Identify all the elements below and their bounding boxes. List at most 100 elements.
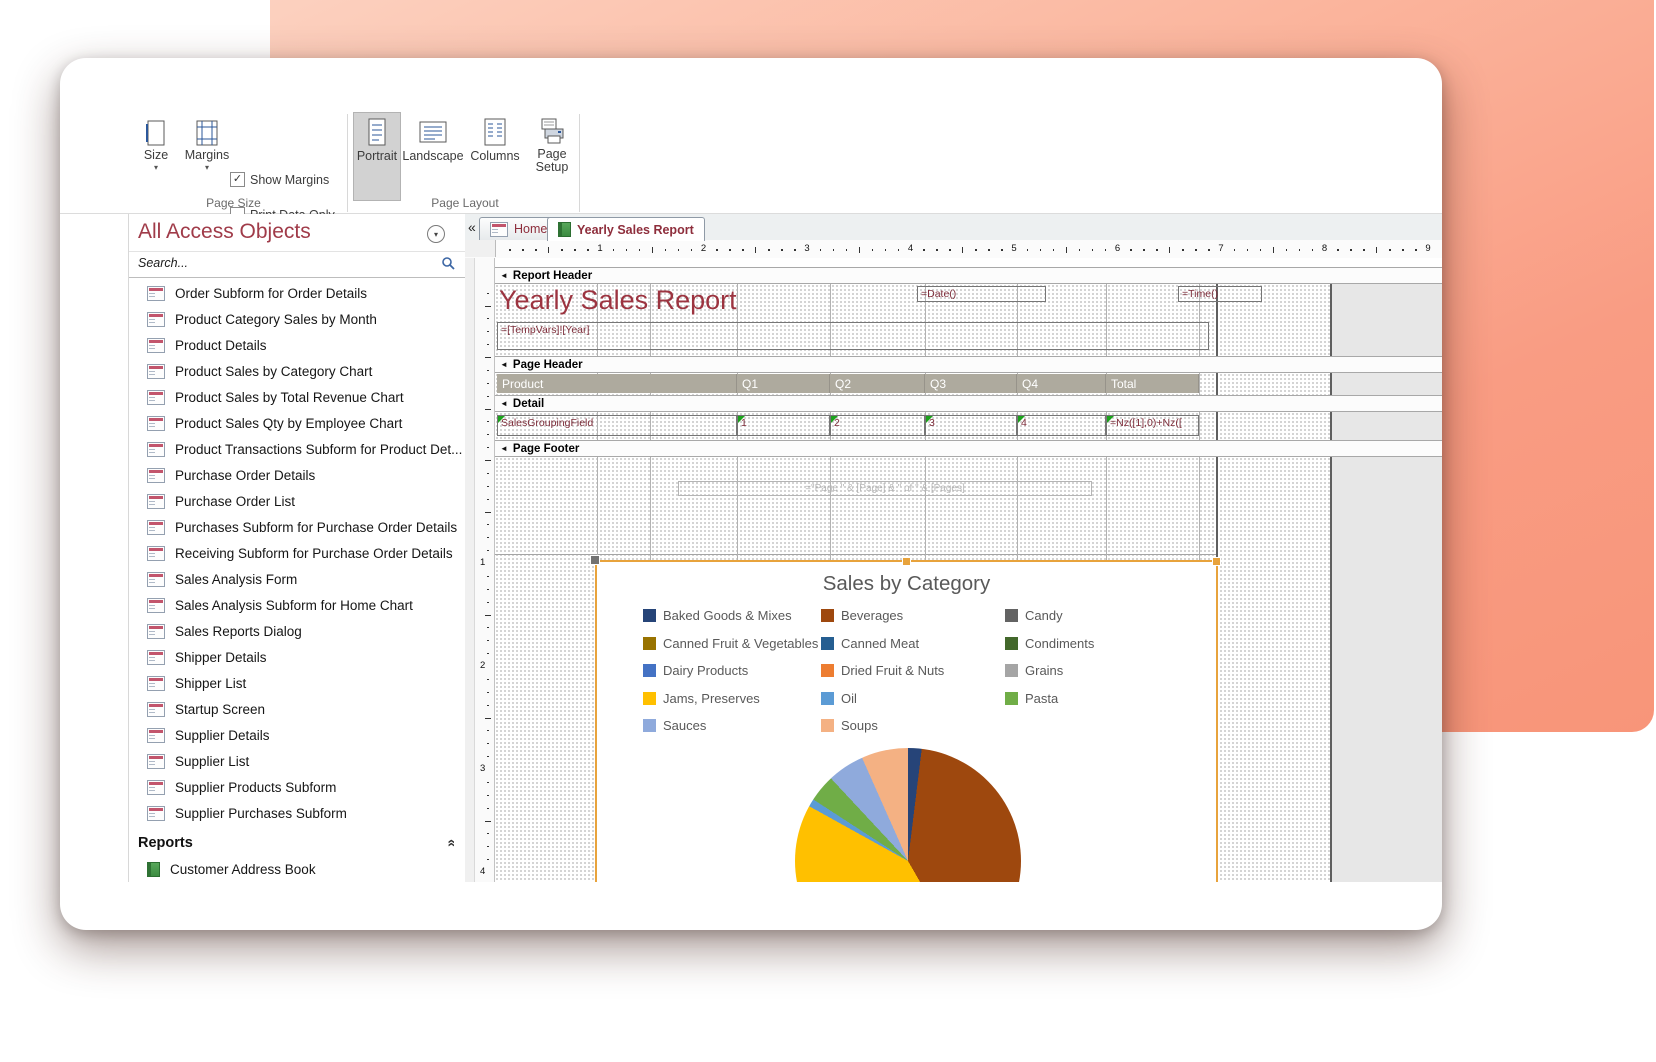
list-item-form[interactable]: Supplier Purchases Subform	[129, 800, 466, 826]
list-item-form[interactable]: Supplier Products Subform	[129, 774, 466, 800]
column-header-q1[interactable]: Q1	[737, 374, 830, 393]
ruler-tick	[487, 293, 489, 294]
ruler-tick	[485, 306, 491, 307]
form-icon	[147, 364, 165, 379]
list-item-form[interactable]: Purchase Order Details	[129, 462, 466, 488]
ruler-tick	[729, 249, 731, 251]
show-margins-checkbox[interactable]: ✓ Show Margins	[230, 172, 329, 187]
form-icon	[490, 222, 508, 237]
column-header-q2[interactable]: Q2	[830, 374, 925, 393]
nav-menu-dropdown-button[interactable]: ▾	[427, 225, 445, 243]
shutter-collapse-icon[interactable]: «	[468, 219, 476, 235]
detail-band[interactable]: SalesGroupingField1234=Nz([1],0)+Nz([	[495, 412, 1442, 440]
ruler-tick: 3	[480, 763, 485, 774]
column-header-q3[interactable]: Q3	[925, 374, 1017, 393]
ribbon: Size ▾ Margins ▾ ✓ Show Margins Print Da…	[60, 106, 1442, 214]
portrait-button[interactable]: Portrait	[353, 112, 401, 201]
list-item-form[interactable]: Supplier Details	[129, 722, 466, 748]
ruler-tick	[487, 370, 489, 371]
ruler-tick	[487, 447, 489, 448]
detail-field-textbox[interactable]: 1	[737, 415, 830, 436]
list-item-report-partial[interactable]	[129, 878, 466, 882]
margins-button[interactable]: Margins ▾	[182, 120, 232, 171]
outside-page-area	[1330, 284, 1442, 356]
horizontal-ruler[interactable]: 123456789	[465, 240, 1442, 259]
selection-handle-top-center[interactable]	[902, 557, 911, 566]
page-header-band[interactable]: ProductQ1Q2Q3Q4Total	[495, 373, 1442, 395]
nav-object-list: Order Subform for Order DetailsProduct C…	[129, 280, 466, 882]
search-input[interactable]: Search...	[129, 251, 466, 278]
column-header-total[interactable]: Total	[1106, 374, 1199, 393]
tab-yearly-sales-report[interactable]: Yearly Sales Report	[547, 217, 705, 241]
report-header-band[interactable]: Yearly Sales Report =Date() =Time() =[Te…	[495, 284, 1442, 356]
list-item-form[interactable]: Sales Reports Dialog	[129, 618, 466, 644]
list-item-form[interactable]: Shipper Details	[129, 644, 466, 670]
legend-swatch	[1005, 637, 1018, 650]
section-arrow-icon: ◄	[500, 360, 508, 369]
legend-swatch	[821, 609, 834, 622]
nav-group-header-reports[interactable]: Reports»	[129, 830, 466, 856]
list-item-form[interactable]: Product Sales Qty by Employee Chart	[129, 410, 466, 436]
detail-field-textbox[interactable]: SalesGroupingField	[497, 415, 737, 436]
column-header-product[interactable]: Product	[497, 374, 737, 393]
list-item-form[interactable]: Product Transactions Subform for Product…	[129, 436, 466, 462]
page-setup-button[interactable]: Page Setup	[525, 112, 579, 201]
list-item-form[interactable]: Shipper List	[129, 670, 466, 696]
ruler-corner[interactable]	[465, 240, 496, 257]
columns-button[interactable]: Columns	[465, 112, 525, 201]
selection-handle-top-right[interactable]	[1212, 557, 1221, 566]
list-item-form[interactable]: Sales Analysis Form	[129, 566, 466, 592]
ruler-tick	[487, 730, 489, 731]
form-icon	[147, 572, 165, 587]
section-bar-page-header[interactable]: ◄Page Header	[495, 356, 1442, 373]
list-item-form[interactable]: Receiving Subform for Purchase Order Det…	[129, 540, 466, 566]
list-item-form[interactable]: Purchase Order List	[129, 488, 466, 514]
ruler-tick	[487, 434, 489, 435]
time-expression-textbox[interactable]: =Time()	[1178, 286, 1262, 302]
collapse-chevrons-icon[interactable]: »	[442, 839, 458, 847]
column-header-q4[interactable]: Q4	[1017, 374, 1106, 393]
landscape-button[interactable]: Landscape	[401, 112, 465, 201]
date-expression-textbox[interactable]: =Date()	[917, 286, 1046, 302]
list-item-form[interactable]: Purchases Subform for Purchase Order Det…	[129, 514, 466, 540]
list-item-form[interactable]: Product Sales by Total Revenue Chart	[129, 384, 466, 410]
ruler-tick	[487, 331, 489, 332]
ruler-tick	[846, 249, 848, 251]
outside-page-area	[1330, 373, 1442, 395]
section-bar-page-footer[interactable]: ◄Page Footer	[495, 440, 1442, 457]
sales-by-category-chart-object[interactable]: Sales by Category Baked Goods & MixesBev…	[595, 560, 1218, 882]
list-item-form[interactable]: Product Sales by Category Chart	[129, 358, 466, 384]
ruler-tick	[1053, 249, 1055, 251]
chevron-down-icon: ▾	[434, 230, 438, 239]
ruler-tick	[1182, 249, 1184, 251]
search-icon[interactable]	[441, 256, 456, 271]
ruler-tick	[487, 486, 489, 487]
list-item-form[interactable]: Sales Analysis Subform for Home Chart	[129, 592, 466, 618]
detail-field-textbox[interactable]: 4	[1017, 415, 1106, 436]
form-icon	[147, 780, 165, 795]
page-number-expression-textbox[interactable]: ="Page " & [Page] & " of " & [Pages]	[678, 481, 1092, 496]
design-surface[interactable]: ◄Report Header Yearly Sales Report =Date…	[495, 258, 1442, 882]
size-button[interactable]: Size ▾	[135, 120, 177, 171]
year-expression-textbox[interactable]: =[TempVars]![Year]	[497, 322, 1209, 350]
list-item-form[interactable]: Supplier List	[129, 748, 466, 774]
ruler-tick	[522, 249, 524, 251]
ruler-tick	[487, 846, 489, 847]
detail-field-textbox[interactable]: 3	[925, 415, 1017, 436]
section-bar-detail[interactable]: ◄Detail	[495, 395, 1442, 412]
report-title-label[interactable]: Yearly Sales Report	[499, 285, 737, 316]
ruler-tick	[1169, 247, 1170, 253]
page-footer-band[interactable]: ="Page " & [Page] & " of " & [Pages] Sal…	[495, 457, 1442, 882]
detail-field-textbox[interactable]: =Nz([1],0)+Nz([	[1106, 415, 1199, 436]
list-item-form[interactable]: Product Details	[129, 332, 466, 358]
selection-move-handle[interactable]	[590, 555, 600, 565]
ruler-tick	[975, 249, 977, 251]
list-item-form[interactable]: Startup Screen	[129, 696, 466, 722]
detail-field-textbox[interactable]: 2	[830, 415, 925, 436]
section-bar-report-header[interactable]: ◄Report Header	[495, 267, 1442, 284]
list-item-form[interactable]: Product Category Sales by Month	[129, 306, 466, 332]
list-item-form[interactable]: Order Subform for Order Details	[129, 280, 466, 306]
ruler-tick	[487, 576, 489, 577]
vertical-ruler[interactable]: 1234	[474, 258, 495, 882]
section-arrow-icon: ◄	[500, 271, 508, 280]
